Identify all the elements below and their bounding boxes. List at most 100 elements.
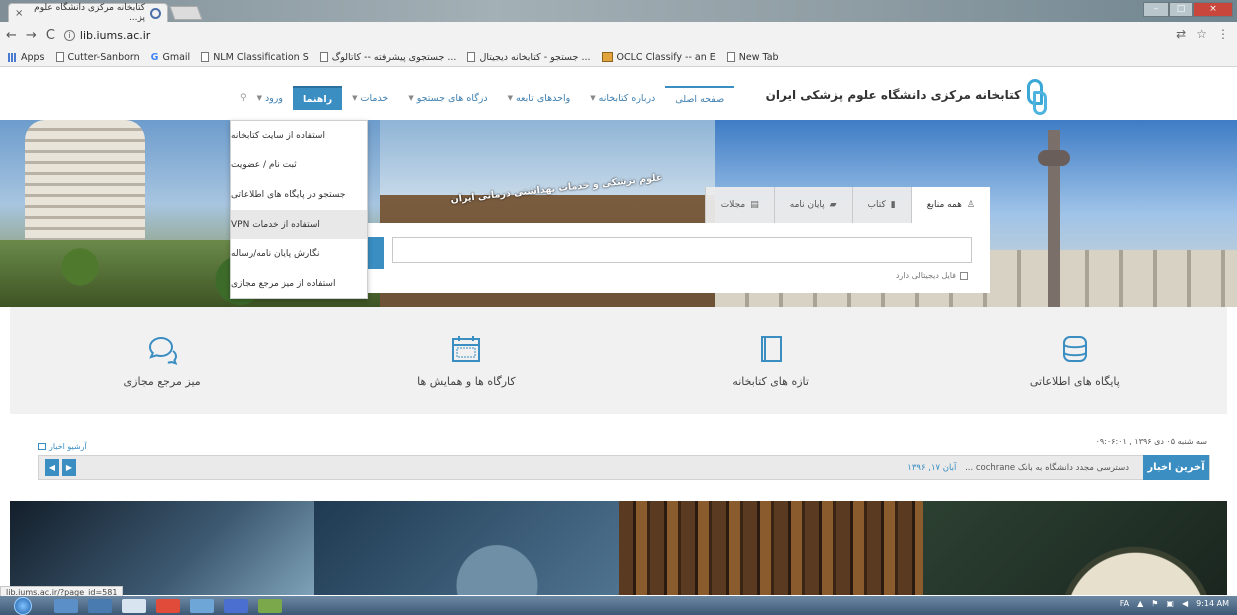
- minimize-icon[interactable]: –: [1143, 2, 1169, 17]
- nav-item[interactable]: راهنما: [292, 86, 343, 110]
- service-workshops[interactable]: کارگاه ها و همایش ها: [314, 307, 618, 414]
- bookmark-item[interactable]: Apps: [8, 52, 45, 63]
- close-icon[interactable]: ×: [1193, 2, 1233, 17]
- bookmark-label[interactable]: Gmail: [162, 52, 190, 63]
- search-tab[interactable]: ▰ پایان نامه: [773, 187, 852, 223]
- url-text[interactable]: lib.iums.ac.ir: [80, 29, 150, 42]
- site-header: کتابخانه مرکزی دانشگاه علوم پزشکی ایران …: [0, 67, 1237, 120]
- bookmark-item[interactable]: Cutter-Sanborn: [55, 52, 140, 63]
- forward-arrow-icon[interactable]: →: [26, 28, 37, 43]
- nav-label[interactable]: ورود: [265, 93, 283, 104]
- banner-telegram-photo[interactable]: [10, 501, 315, 595]
- search-tab-label[interactable]: همه منابع: [927, 200, 962, 210]
- taskbar-app-app-icon[interactable]: [224, 598, 248, 613]
- nav-label[interactable]: درگاه های جستجو: [417, 93, 488, 104]
- service-databases[interactable]: پایگاه های اطلاعاتی: [923, 307, 1227, 414]
- flag-icon[interactable]: ⚑: [1151, 599, 1158, 608]
- news-prev-button[interactable]: ◀: [45, 459, 59, 476]
- nav-label[interactable]: راهنما: [303, 94, 332, 105]
- banner-bookshelf-photo[interactable]: [618, 501, 923, 595]
- tray-arrow-icon[interactable]: ▲: [1137, 599, 1143, 608]
- search-input[interactable]: [392, 237, 972, 263]
- nav-label[interactable]: واحدهای تابعه: [516, 93, 570, 104]
- search-tab-label[interactable]: مجلات: [721, 200, 745, 210]
- search-icon[interactable]: ⚲: [232, 93, 247, 103]
- banner-social-photo[interactable]: [314, 501, 619, 595]
- info-icon[interactable]: i: [63, 29, 75, 41]
- current-date: سه شنبه ۰۵ دی ۱۳۹۶ , ۰۹:۰۶:۰۱: [1095, 437, 1207, 446]
- search-tab[interactable]: ▮ کتاب: [851, 187, 911, 223]
- back-arrow-icon[interactable]: ←: [6, 28, 17, 43]
- menu-dots-icon[interactable]: ⋮: [1217, 27, 1229, 41]
- search-tab[interactable]: ♙ همه منابع: [910, 187, 990, 223]
- news-section: سه شنبه ۰۵ دی ۱۳۹۶ , ۰۹:۰۶:۰۱ آرشیو اخبا…: [0, 414, 1237, 487]
- dropdown-item[interactable]: استفاده از میز مرجع مجازی: [231, 269, 367, 299]
- banner-clock-photo[interactable]: [922, 501, 1227, 595]
- bookmark-item[interactable]: G Gmail: [151, 52, 191, 63]
- bookmark-label[interactable]: Apps: [21, 52, 45, 63]
- dropdown-item[interactable]: استفاده از خدمات VPN: [231, 209, 367, 240]
- translate-icon[interactable]: ⇄: [1176, 27, 1186, 41]
- news-item[interactable]: دسترسی مجدد دانشگاه به بانک cochrane ...…: [907, 463, 1129, 473]
- start-button[interactable]: [8, 596, 38, 615]
- taskbar-app-media-icon[interactable]: [88, 598, 112, 613]
- bookmark-item[interactable]: جستجوی پیشرفته -- کاتالوگ ...: [319, 52, 457, 63]
- bookmark-item[interactable]: NLM Classification S: [201, 52, 309, 63]
- network-icon[interactable]: ▣: [1166, 599, 1174, 608]
- service-virtual-reference[interactable]: میز مرجع مجازی: [10, 307, 314, 414]
- bookmark-item[interactable]: جستجو - کتابخانه دیجیتال ...: [467, 52, 591, 63]
- taskbar-app-green-icon[interactable]: [258, 598, 282, 613]
- service-label: کارگاه ها و همایش ها: [417, 375, 516, 388]
- url-field[interactable]: i lib.iums.ac.ir: [63, 29, 150, 42]
- news-item-text[interactable]: دسترسی مجدد دانشگاه به بانک cochrane ...: [965, 463, 1129, 473]
- digital-file-checkbox[interactable]: فایل دیجیتالی دارد: [896, 271, 968, 280]
- search-tab-label[interactable]: کتاب: [868, 200, 886, 210]
- bookmark-item[interactable]: New Tab: [726, 52, 779, 63]
- nav-label[interactable]: درباره کتابخانه: [599, 93, 656, 104]
- taskbar-app-ie-icon[interactable]: [122, 598, 146, 613]
- taskbar-app-chrome-icon[interactable]: [156, 598, 180, 613]
- nav-item[interactable]: خدمات ▼: [342, 86, 398, 110]
- language-indicator[interactable]: FA: [1120, 599, 1129, 608]
- dropdown-item[interactable]: ثبت نام / عضویت: [231, 151, 367, 181]
- bookmark-label[interactable]: OCLC Classify -- an E: [617, 52, 716, 63]
- search-tab[interactable]: ▤ مجلات: [704, 187, 774, 223]
- taskbar-app-word-icon[interactable]: [190, 598, 214, 613]
- service-new-arrivals[interactable]: تازه های کتابخانه: [619, 307, 923, 414]
- search-tab-label[interactable]: پایان نامه: [790, 200, 825, 210]
- news-archive-link[interactable]: آرشیو اخبار: [38, 442, 87, 451]
- nav-label[interactable]: صفحه اصلی: [675, 94, 724, 105]
- nav-item[interactable]: درگاه های جستجو ▼: [398, 86, 497, 110]
- nav-item[interactable]: واحدهای تابعه ▼: [498, 86, 581, 110]
- window-controls: – □ ×: [1143, 2, 1233, 17]
- nav-label[interactable]: خدمات: [361, 93, 389, 104]
- service-label: پایگاه های اطلاعاتی: [1029, 375, 1120, 388]
- checkbox-label: فایل دیجیتالی دارد: [895, 271, 956, 280]
- nav-item[interactable]: درباره کتابخانه ▼: [580, 86, 665, 110]
- tab-close-icon[interactable]: ×: [15, 8, 23, 19]
- bookmark-label[interactable]: New Tab: [739, 52, 779, 63]
- site-logo[interactable]: کتابخانه مرکزی دانشگاه علوم پزشکی ایران: [766, 79, 1047, 115]
- bookmark-label[interactable]: Cutter-Sanborn: [68, 52, 140, 63]
- bookmark-label[interactable]: جستجوی پیشرفته -- کاتالوگ ...: [332, 52, 457, 63]
- new-tab-button[interactable]: [169, 6, 203, 20]
- taskbar-app-explorer-icon[interactable]: [54, 598, 78, 613]
- archive-label[interactable]: آرشیو اخبار: [49, 442, 87, 451]
- reload-icon[interactable]: C: [46, 28, 55, 43]
- maximize-icon[interactable]: □: [1169, 2, 1193, 17]
- dropdown-item[interactable]: نگارش پایان نامه/رساله: [231, 239, 367, 269]
- dropdown-item[interactable]: استفاده از سایت کتابخانه: [231, 121, 367, 151]
- nav-item[interactable]: ورود ▼: [247, 86, 293, 110]
- browser-tab[interactable]: کتابخانه مرکزی دانشگاه علوم پز... ×: [8, 3, 168, 23]
- clock-time[interactable]: 9:14 AM: [1196, 599, 1229, 608]
- volume-icon[interactable]: ◀: [1182, 599, 1188, 608]
- bookmark-label[interactable]: جستجو - کتابخانه دیجیتال ...: [479, 52, 590, 63]
- news-next-button[interactable]: ▶: [62, 459, 76, 476]
- nav-item[interactable]: صفحه اصلی: [665, 86, 735, 110]
- page-icon: [201, 52, 210, 62]
- checkbox-icon[interactable]: [960, 271, 968, 280]
- bookmark-star-icon[interactable]: ☆: [1196, 27, 1207, 41]
- dropdown-item[interactable]: جستجو در پایگاه های اطلاعاتی: [231, 180, 367, 210]
- bookmark-item[interactable]: OCLC Classify -- an E: [601, 52, 716, 63]
- bookmark-label[interactable]: NLM Classification S: [213, 52, 309, 63]
